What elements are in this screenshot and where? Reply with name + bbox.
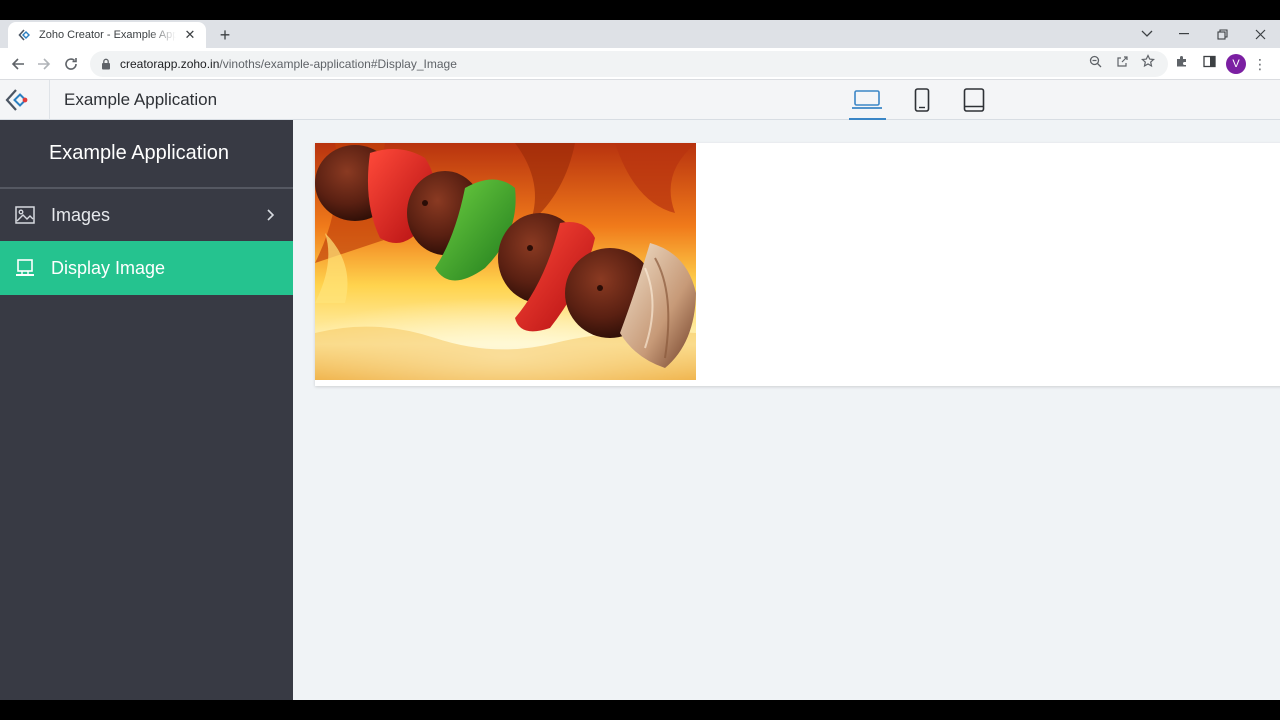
url-text: creatorapp.zoho.in/vinoths/example-appli… <box>120 57 457 71</box>
image-icon <box>15 205 35 225</box>
address-bar[interactable]: creatorapp.zoho.in/vinoths/example-appli… <box>90 51 1168 77</box>
extensions-puzzle-icon[interactable] <box>1174 53 1190 69</box>
sidebar-item-label: Images <box>51 204 111 225</box>
share-icon[interactable] <box>1114 53 1130 69</box>
profile-avatar[interactable]: V <box>1226 54 1246 74</box>
phone-icon[interactable] <box>910 87 934 113</box>
zoom-icon[interactable] <box>1087 53 1103 69</box>
logo-divider <box>49 80 50 120</box>
tab-search-icon[interactable] <box>1136 24 1158 44</box>
tab-title: Zoho Creator - Example Applicat <box>39 29 176 41</box>
browser-menu-icon[interactable]: ⋮ <box>1252 54 1268 74</box>
sidebar-item-label: Display Image <box>51 257 166 278</box>
tab-close-icon[interactable]: ✕ <box>182 27 198 43</box>
tab-strip: Zoho Creator - Example Applicat ✕ + <box>0 20 1280 48</box>
browser-tab[interactable]: Zoho Creator - Example Applicat ✕ <box>8 22 206 48</box>
app-header: Example Application <box>0 80 1280 120</box>
browser-toolbar: creatorapp.zoho.in/vinoths/example-appli… <box>0 48 1280 80</box>
sidebar: Example Application Images Display Image <box>0 120 293 700</box>
sidebar-item-display-image[interactable]: Display Image <box>0 241 293 295</box>
restore-icon[interactable] <box>1211 24 1233 44</box>
kebab-skewer-image <box>315 143 696 380</box>
side-panel-icon[interactable] <box>1201 53 1217 69</box>
back-arrow-icon[interactable] <box>8 54 28 74</box>
url-host: creatorapp.zoho.in <box>120 57 220 71</box>
close-window-icon[interactable] <box>1249 24 1271 44</box>
zoho-creator-favicon-icon <box>18 29 30 41</box>
reload-icon[interactable] <box>61 54 81 74</box>
zoho-creator-logo-icon[interactable] <box>4 86 32 114</box>
bottom-letterbox <box>0 700 1280 720</box>
sidebar-title: Example Application <box>0 120 293 189</box>
browser-window: Zoho Creator - Example Applicat ✕ + <box>0 20 1280 700</box>
minimize-icon[interactable] <box>1173 24 1195 44</box>
active-device-indicator <box>849 118 886 120</box>
lock-icon <box>102 58 110 70</box>
page-title: Example Application <box>64 90 218 109</box>
chevron-right-icon <box>267 209 275 221</box>
forward-arrow-icon[interactable] <box>34 54 54 74</box>
tablet-icon[interactable] <box>961 87 987 113</box>
sidebar-item-images[interactable]: Images <box>0 189 293 241</box>
desktop-icon[interactable] <box>850 87 884 113</box>
image-card <box>315 143 1280 386</box>
monitor-icon <box>15 258 35 278</box>
url-path: /vinoths/example-application#Display_Ima… <box>219 57 457 71</box>
bookmark-star-icon[interactable] <box>1140 53 1156 69</box>
new-tab-icon[interactable]: + <box>215 25 235 45</box>
